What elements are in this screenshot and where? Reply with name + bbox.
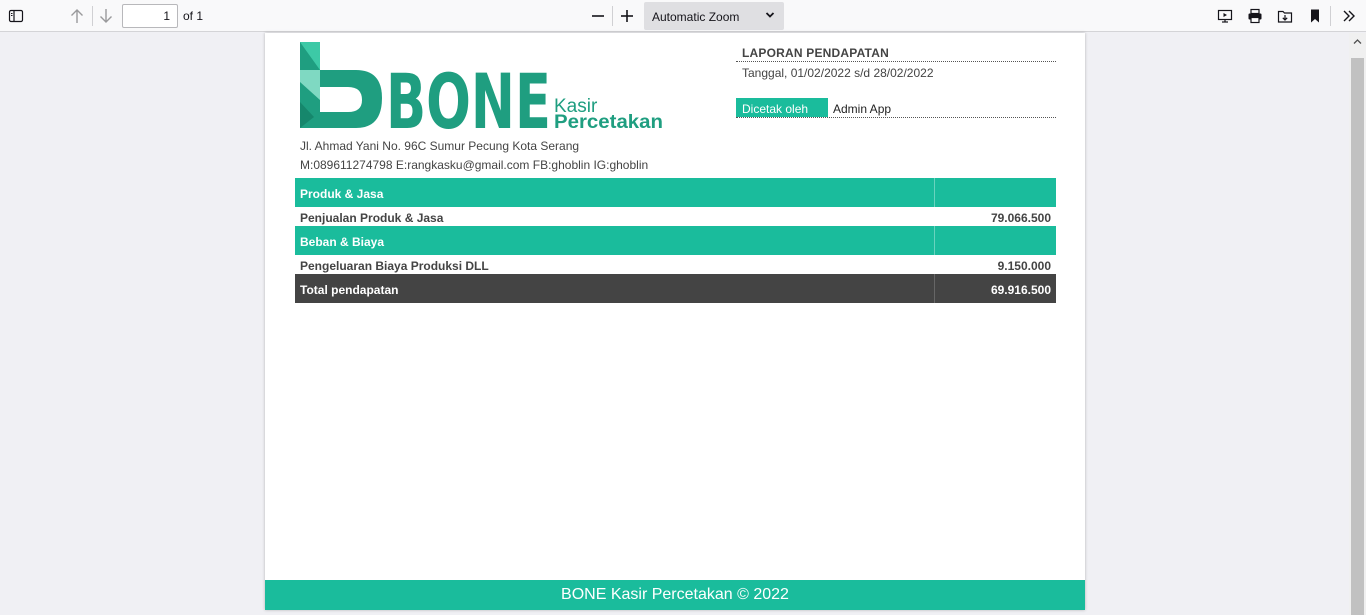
tools-chevron-icon [1343, 10, 1355, 22]
page-footer: BONE Kasir Percetakan © 2022 [265, 580, 1085, 610]
arrow-down-icon [100, 9, 112, 23]
row-value: 9.150.000 [997, 259, 1051, 273]
chevron-down-icon [765, 12, 775, 18]
presentation-mode-button[interactable] [1213, 4, 1237, 28]
bookmark-button[interactable] [1303, 4, 1327, 28]
table-row: Penjualan Produk & Jasa 79.066.500 [295, 207, 1056, 226]
toolbar-separator [612, 6, 613, 26]
scroll-up-arrow-icon[interactable] [1353, 37, 1362, 46]
table-row: Pengeluaran Biaya Produksi DLL 9.150.000 [295, 255, 1056, 274]
zoom-in-button[interactable] [615, 4, 639, 28]
print-button[interactable] [1243, 4, 1267, 28]
print-icon [1248, 8, 1262, 24]
zoom-select[interactable]: Automatic Zoom [644, 2, 784, 30]
sidebar-toggle-icon [8, 9, 24, 23]
next-page-button[interactable] [94, 4, 118, 28]
sidebar-toggle-button[interactable] [4, 4, 28, 28]
total-label: Total pendapatan [300, 283, 399, 297]
arrow-up-icon [71, 9, 83, 23]
section-heading: Produk & Jasa [300, 187, 384, 201]
section-heading-row: Beban & Biaya [295, 226, 1056, 255]
tools-button[interactable] [1337, 4, 1361, 28]
bookmark-icon [1311, 9, 1319, 23]
zoom-select-label: Automatic Zoom [652, 10, 740, 24]
row-value: 79.066.500 [990, 211, 1051, 225]
logo-subtitle-percetakan: Percetakan [554, 112, 663, 132]
vertical-scrollbar[interactable] [1349, 33, 1366, 615]
pdf-toolbar: of 1 Automatic Zoom [0, 0, 1366, 32]
zoom-out-icon [592, 15, 604, 17]
scrollbar-thumb[interactable] [1351, 58, 1364, 615]
printed-by: Dicetak oleh Admin App [736, 98, 1056, 118]
report-date: Tanggal, 01/02/2022 s/d 28/02/2022 [742, 66, 934, 80]
row-label: Penjualan Produk & Jasa [300, 211, 444, 225]
company-address: Jl. Ahmad Yani No. 96C Sumur Pecung Kota… [300, 139, 580, 153]
row-label: Pengeluaran Biaya Produksi DLL [300, 259, 489, 273]
printed-by-label: Dicetak oleh [736, 98, 828, 117]
column-divider [934, 226, 935, 255]
save-button[interactable] [1273, 4, 1297, 28]
column-divider [934, 274, 935, 303]
column-divider [934, 178, 935, 207]
toolbar-separator [92, 6, 93, 26]
save-icon [1277, 10, 1293, 23]
section-heading: Beban & Biaya [300, 235, 385, 249]
toolbar-separator [1330, 6, 1331, 26]
report-title: LAPORAN PENDAPATAN [736, 42, 1056, 62]
company-contact: M:089611274798 E:rangkasku@gmail.com FB:… [300, 158, 649, 172]
page-number-input[interactable] [122, 4, 178, 28]
pdf-page: BONE Kasir Percetakan Jl. Ahmad Yani No.… [265, 33, 1085, 610]
report-header: LAPORAN PENDAPATAN Tanggal, 01/02/2022 s… [736, 42, 1056, 83]
section-heading-row: Produk & Jasa [295, 178, 1056, 207]
printed-by-value: Admin App [833, 102, 892, 116]
total-value: 69.916.500 [990, 283, 1051, 297]
page-count-label: of 1 [183, 9, 204, 23]
income-table: Produk & Jasa Penjualan Produk & Jasa 79… [295, 178, 1056, 303]
previous-page-button[interactable] [65, 4, 89, 28]
total-row: Total pendapatan 69.916.500 [295, 274, 1056, 303]
zoom-in-icon [621, 10, 633, 22]
presentation-icon [1217, 9, 1233, 23]
zoom-out-button[interactable] [586, 4, 610, 28]
logo-wordmark: BONE [386, 57, 551, 132]
bone-logo: BONE Kasir Percetakan [300, 42, 663, 132]
